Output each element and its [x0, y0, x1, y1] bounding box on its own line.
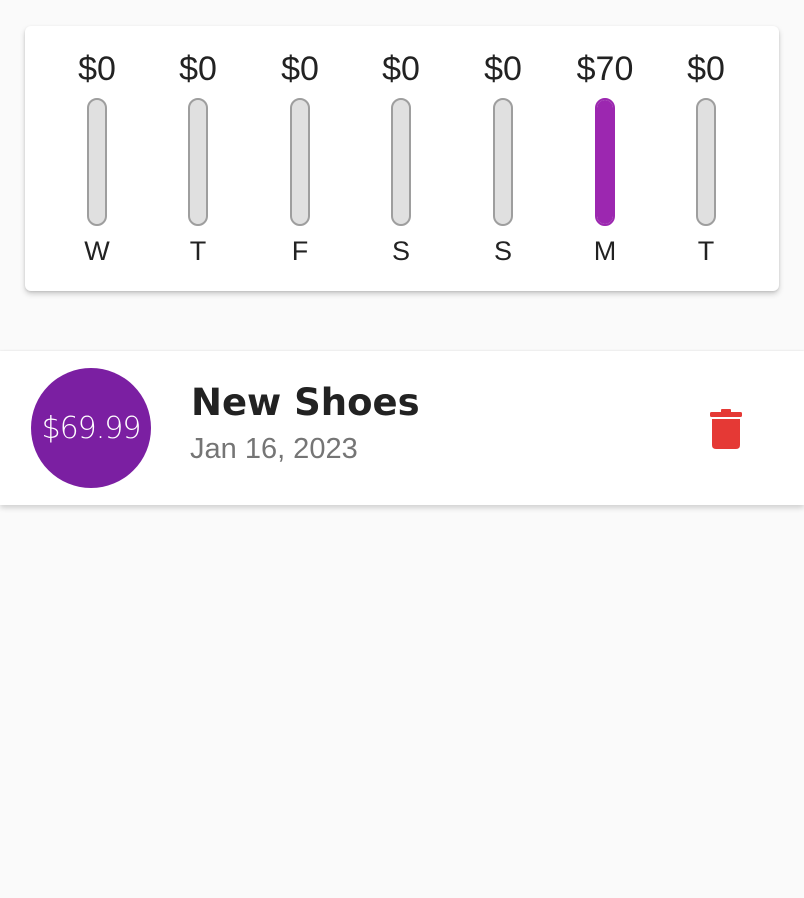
day-label: F [291, 236, 309, 266]
day-label: T [697, 236, 715, 266]
day-amount: $0 [179, 50, 217, 88]
day-bar [696, 98, 716, 226]
weekly-spending-chart: $0 W $0 T $0 F $0 S $0 S $70 M $0 T [25, 26, 779, 291]
day-bar [188, 98, 208, 226]
day-amount: $70 [576, 50, 634, 88]
day-label: W [84, 236, 110, 266]
app-screen: $0 W $0 T $0 F $0 S $0 S $70 M $0 T $69.… [0, 0, 804, 898]
amount-avatar: $69.99 [31, 368, 151, 488]
day-label: M [593, 236, 617, 266]
day-bar [595, 98, 615, 226]
day-column: $0 S [356, 26, 446, 291]
day-column: $70 M [560, 26, 650, 291]
day-amount: $0 [281, 50, 319, 88]
day-column: $0 T [153, 26, 243, 291]
day-amount: $0 [687, 50, 725, 88]
day-amount: $0 [484, 50, 522, 88]
day-bar-fill [597, 100, 613, 224]
day-column: $0 W [52, 26, 142, 291]
day-bar [290, 98, 310, 226]
day-bar [87, 98, 107, 226]
delete-transaction-button[interactable] [696, 399, 756, 459]
day-amount: $0 [78, 50, 116, 88]
day-column: $0 S [458, 26, 548, 291]
trash-icon [710, 409, 742, 449]
day-label: S [391, 236, 410, 266]
transaction-title: New Shoes [191, 381, 420, 424]
transaction-amount: $69.99 [41, 410, 142, 446]
day-column: $0 F [255, 26, 345, 291]
transaction-date: Jan 16, 2023 [190, 433, 358, 465]
day-amount: $0 [382, 50, 420, 88]
day-bar [391, 98, 411, 226]
day-label: S [493, 236, 512, 266]
day-label: T [189, 236, 207, 266]
day-bar [493, 98, 513, 226]
transaction-list-item[interactable]: $69.99 New Shoes Jan 16, 2023 [0, 351, 804, 505]
day-column: $0 T [661, 26, 751, 291]
